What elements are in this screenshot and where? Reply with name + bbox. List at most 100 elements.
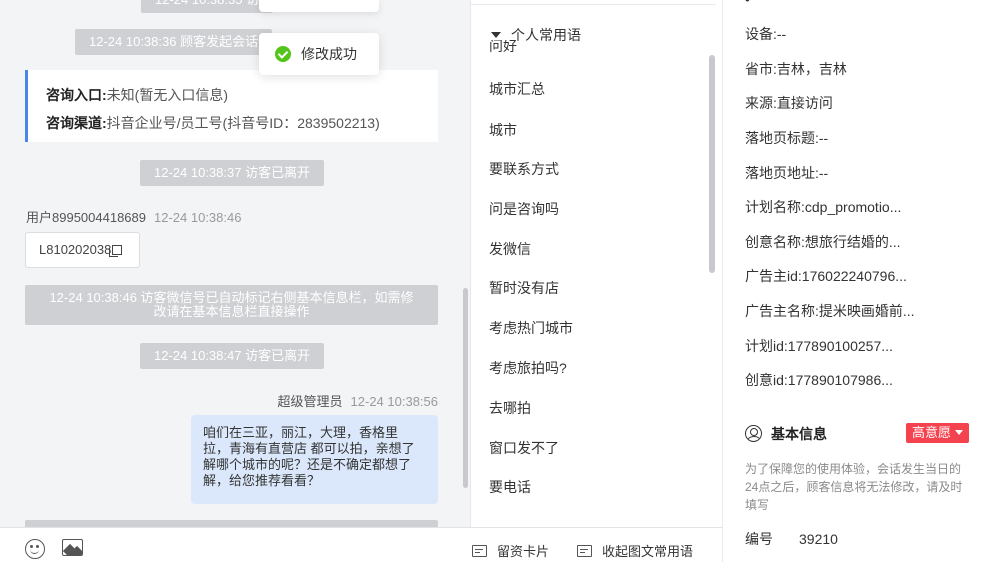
field-label: 省市: — [745, 61, 777, 77]
field-landing-url: 落地页地址:-- — [745, 163, 828, 183]
field-label: 创意id: — [745, 372, 788, 388]
check-circle-icon — [275, 46, 291, 62]
field-label: 广告主id: — [745, 268, 802, 284]
edit-deadline-note: 为了保障您的使用体验，会话发生当日的24点之后，顾客信息将无法修改，请及时填写 — [745, 462, 963, 512]
field-plan-id: 计划id:177890100257... — [745, 336, 893, 356]
chat-panel: 12-24 10:38:35 访 12-24 10:38:36 顾客发起会话 咨… — [0, 0, 470, 527]
toast-message: 修改成功 — [301, 46, 357, 62]
visitor-message-time: 12-24 10:38:46 — [154, 210, 242, 225]
field-advertiser-name: 广告主名称:提米映画婚前... — [745, 301, 915, 321]
agent-message-bubble: 咱们在三亚，丽江，大理，香格里 拉，青海有直营店 都可以拍，亲想了 解哪个城市的… — [191, 415, 438, 504]
consult-entry-row: 咨询入口:未知(暂无入口信息) — [46, 81, 438, 109]
phrase-item[interactable]: 城市汇总 — [489, 79, 545, 99]
field-label: 广告主名称: — [745, 303, 819, 319]
phrase-item[interactable]: 发微信 — [489, 239, 531, 259]
intent-tag-label: 高意愿 — [912, 425, 952, 440]
phrase-item-partial[interactable]: 问好 — [489, 40, 589, 55]
collapse-phrases-label: 收起图文常用语 — [602, 544, 694, 559]
consult-info-card: 咨询入口:未知(暂无入口信息) 咨询渠道:抖音企业号/员工号(抖音号ID：283… — [25, 70, 438, 142]
system-message-visitor-left: 12-24 10:38:37 访客已离开 — [140, 160, 325, 186]
phrase-item[interactable]: 去哪拍 — [489, 398, 531, 418]
field-source: 来源:直接访问 — [745, 93, 833, 113]
user-circle-icon — [745, 425, 762, 442]
success-toast: 修改成功 — [259, 33, 379, 75]
agent-message-line: 解哪个城市的呢？还是不确定都想了 — [203, 457, 412, 472]
field-device: 设备:-- — [745, 24, 786, 44]
common-phrases-panel: 个人常用语 问好 城市汇总 城市 要联系方式 问是咨询吗 发微信 暂时没有店 考… — [470, 0, 722, 527]
system-message-line: 12-24 10:38:46 访客微信号已自动标记右侧基本信息栏，如需修 — [49, 290, 414, 305]
agent-message-line: 咱们在三亚，丽江，大理，香格里 — [203, 425, 399, 440]
chat-scrollbar[interactable] — [463, 288, 468, 488]
field-value: -- — [776, 26, 787, 42]
phrase-item[interactable]: 问是咨询吗 — [489, 199, 559, 219]
collapse-phrases-button[interactable]: 收起图文常用语 — [577, 541, 693, 560]
field-value: cdp_promotio... — [804, 199, 902, 215]
phrase-item[interactable]: 暂时没有店 — [489, 278, 559, 298]
visitor-message-bubble[interactable]: L810202038 — [25, 232, 140, 268]
agent-message-line: 拉，青海有直营店 都可以拍，亲想了 — [203, 441, 415, 456]
system-message-line: 改请在基本信息栏直接操作 — [153, 304, 310, 319]
phrase-item[interactable]: 要电话 — [489, 477, 531, 497]
field-serial-number: 编号 39210 — [745, 529, 838, 549]
agent-message-time: 12-24 10:38:56 — [350, 394, 438, 409]
agent-message-line: 解，给您推荐看看？ — [203, 473, 321, 488]
field-label: 设备: — [745, 26, 777, 42]
visitor-message-meta: 用户8995004418689 12-24 10:38:46 — [26, 207, 241, 226]
field-value: 39210 — [799, 531, 838, 547]
field-label: 创意名称: — [745, 234, 805, 250]
phrase-item[interactable]: 考虑旅拍吗? — [489, 358, 567, 378]
phrase-item[interactable]: 窗口发不了 — [489, 438, 559, 458]
image-icon[interactable] — [62, 539, 83, 556]
consult-channel-value: 抖音企业号/员工号(抖音号ID：2839502213) — [106, 115, 380, 131]
card-icon — [472, 545, 487, 557]
field-value: 177890100257... — [787, 338, 893, 354]
system-message: 12-24 10:38:35 访 — [141, 0, 274, 13]
field-value: 直接访问 — [776, 95, 833, 111]
consult-channel-label: 咨询渠道: — [46, 115, 107, 131]
input-toolbar: 留资卡片 收起图文常用语 — [0, 527, 722, 562]
visitor-info-panel: • 设备:-- 省市:吉林，吉林 来源:直接访问 落地页标题:-- 落地页地址:… — [722, 0, 995, 562]
basic-info-heading: 基本信息 — [745, 424, 827, 444]
field-value: 176022240796... — [801, 268, 907, 284]
phrase-item[interactable]: 考虑热门城市 — [489, 318, 573, 338]
field-value: -- — [818, 130, 829, 146]
agent-message-meta: 超级管理员 12-24 10:38:56 — [278, 391, 438, 410]
consult-entry-value: 未知(暂无入口信息) — [106, 87, 228, 103]
field-plan-name: 计划名称:cdp_promotio... — [745, 197, 901, 217]
basic-info-title: 基本信息 — [771, 426, 827, 442]
divider — [471, 4, 716, 5]
field-label: 来源: — [745, 95, 777, 111]
field-value: -- — [818, 165, 829, 181]
field-value: 177890107986... — [787, 372, 893, 388]
leave-info-card-button[interactable]: 留资卡片 — [472, 541, 549, 560]
agent-name: 超级管理员 — [277, 394, 343, 409]
caret-down-icon — [491, 32, 501, 38]
phrase-item[interactable]: 要联系方式 — [489, 159, 559, 179]
clipped-field: • — [745, 0, 750, 7]
field-value: 提米映画婚前... — [818, 303, 915, 319]
visitor-name: 用户8995004418689 — [26, 210, 146, 225]
field-label: 落地页地址: — [745, 165, 819, 181]
consult-entry-label: 咨询入口: — [46, 87, 107, 103]
card-icon — [577, 545, 592, 557]
field-province-city: 省市:吉林，吉林 — [745, 59, 847, 79]
phrases-scrollbar[interactable] — [709, 55, 715, 273]
caret-down-icon — [955, 430, 964, 435]
visitor-code-text: L810202038 — [39, 242, 112, 257]
system-message-wechat-marked: 12-24 10:38:46 访客微信号已自动标记右侧基本信息栏，如需修 改请在… — [25, 285, 438, 325]
field-label: 落地页标题: — [745, 130, 819, 146]
phrase-item-label: 问好 — [489, 40, 517, 54]
consult-channel-row: 咨询渠道:抖音企业号/员工号(抖音号ID：2839502213) — [46, 109, 438, 137]
field-value: 吉林，吉林 — [776, 61, 847, 77]
field-advertiser-id: 广告主id:176022240796... — [745, 266, 907, 286]
phrase-item[interactable]: 城市 — [489, 120, 517, 140]
field-value: 想旅行结婚的... — [804, 234, 901, 250]
system-message-visitor-left: 12-24 10:38:47 访客已离开 — [140, 343, 325, 369]
system-message-clipped — [25, 520, 438, 527]
intent-tag-dropdown[interactable]: 高意愿 — [906, 423, 969, 443]
field-landing-title: 落地页标题:-- — [745, 128, 828, 148]
field-label: 计划id: — [745, 338, 788, 354]
copy-icon[interactable] — [109, 245, 123, 257]
field-label: 编号 — [745, 531, 773, 547]
emoji-icon[interactable] — [25, 539, 45, 559]
